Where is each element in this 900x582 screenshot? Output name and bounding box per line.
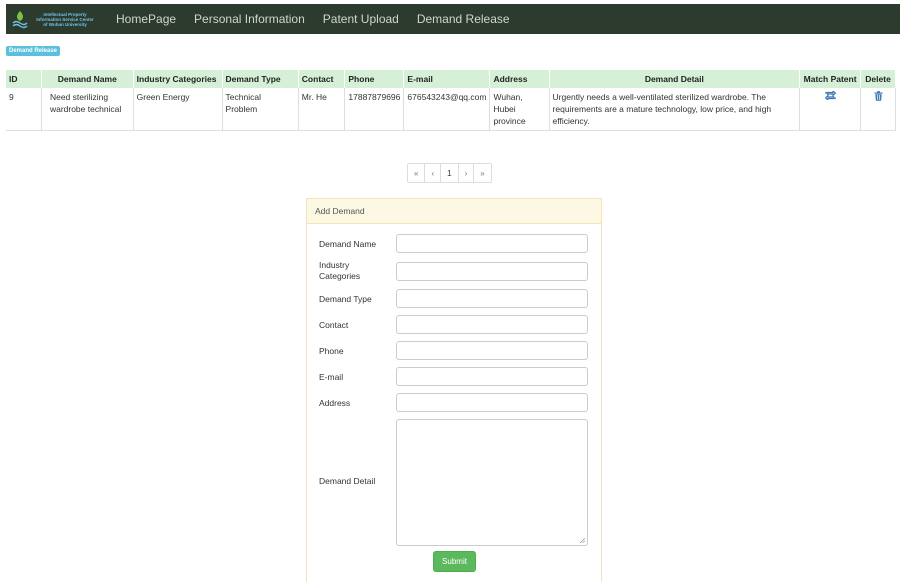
table-header-row: ID Demand Name Industry Categories Deman… [6,70,896,88]
col-header-address: Address [489,70,550,88]
col-header-id: ID [6,70,42,88]
panel-heading: Add Demand [307,199,601,224]
pagination: « ‹ 1 › » [407,163,492,183]
cell-detail: Urgently needs a well-ventilated sterili… [549,88,801,131]
col-header-detail: Demand Detail [549,70,801,88]
cell-delete [860,88,896,131]
logo-text: Intellectual Property Information Servic… [32,12,98,27]
label-phone: Phone [319,346,344,356]
nav-personal-information[interactable]: Personal Information [194,12,305,26]
cell-id: 9 [6,88,42,131]
col-header-email: E-mail [403,70,491,88]
industry-categories-input[interactable] [396,262,588,281]
cell-address: Wuhan, Hubei province [489,88,550,131]
col-header-contact: Contact [298,70,346,88]
nav-patent-upload[interactable]: Patent Upload [323,12,399,26]
retweet-icon[interactable] [824,89,837,103]
label-industry-categories: Industry Categories [319,260,361,281]
cell-contact: Mr. He [298,88,346,131]
demand-detail-textarea[interactable] [396,419,588,546]
resize-grip-icon[interactable] [580,538,585,543]
top-navbar: Intellectual Property Information Servic… [6,4,900,34]
page-first-button[interactable]: « [408,164,424,182]
label-demand-name: Demand Name [319,239,377,249]
page-number-button[interactable]: 1 [440,164,457,182]
add-demand-panel: Add Demand Demand Name Industry Categori… [306,198,602,582]
page-last-button[interactable]: » [473,164,490,182]
cell-industry: Green Energy [133,88,223,131]
demand-type-input[interactable] [396,289,588,308]
col-header-industry: Industry Categories [133,70,223,88]
logo-line: Information Service Center [36,16,94,22]
phone-input[interactable] [396,341,588,360]
page-next-button[interactable]: › [457,164,474,182]
col-header-match: Match Patent [799,70,862,88]
section-badge: Demand Release [6,46,61,56]
col-header-phone: Phone [344,70,405,88]
trash-icon[interactable] [874,91,883,104]
logo-leaf-icon [12,11,28,29]
label-demand-type: Demand Type [319,294,372,304]
col-header-delete: Delete [860,70,896,88]
demand-table: ID Demand Name Industry Categories Deman… [6,70,896,131]
page-prev-button[interactable]: ‹ [424,164,440,182]
submit-button[interactable]: Submit [433,551,476,572]
table-row: 9 Need sterilizing wardrobe technical Gr… [6,88,896,131]
email-input[interactable] [396,367,588,386]
cell-email: 676543243@qq.com [403,88,491,131]
col-header-type: Demand Type [222,70,299,88]
cell-type: Technical Problem [222,88,299,131]
label-email: E-mail [319,372,344,382]
logo-line: of Wuhan University [43,21,87,27]
nav-homepage[interactable]: HomePage [116,12,176,26]
label-demand-detail: Demand Detail [319,476,376,486]
cell-name: Need sterilizing wardrobe technical [41,88,134,131]
site-logo[interactable]: Intellectual Property Information Servic… [10,5,110,33]
demand-name-input[interactable] [396,234,588,253]
col-header-name: Demand Name [41,70,134,88]
label-address: Address [319,398,351,408]
label-contact: Contact [319,320,349,330]
nav-demand-release[interactable]: Demand Release [417,12,510,26]
contact-input[interactable] [396,315,588,334]
address-input[interactable] [396,393,588,412]
cell-phone: 17887879696 [344,88,405,131]
cell-match [799,88,862,131]
